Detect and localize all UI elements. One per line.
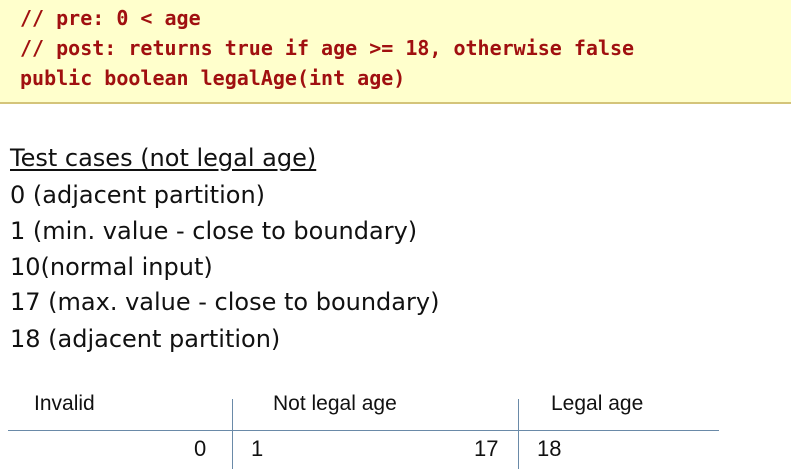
partition-divider-invalid-notlegal xyxy=(232,399,233,469)
code-comment-precondition: // pre: 0 < age xyxy=(20,6,201,30)
code-comment-postcondition: // post: returns true if age >= 18, othe… xyxy=(20,36,635,60)
partition-label-invalid: Invalid xyxy=(34,392,95,415)
partition-divider-notlegal-legal xyxy=(518,399,519,469)
partition-label-legal-age: Legal age xyxy=(551,392,644,415)
code-method-signature: public boolean legalAge(int age) xyxy=(20,66,406,90)
test-case-item: 0 (adjacent partition) xyxy=(10,181,266,209)
test-case-item: 18 (adjacent partition) xyxy=(10,325,281,353)
boundary-value-0: 0 xyxy=(194,436,207,461)
boundary-value-17: 17 xyxy=(474,436,499,461)
partition-label-not-legal-age: Not legal age xyxy=(273,392,397,415)
test-cases-heading: Test cases (not legal age) xyxy=(10,144,317,172)
test-case-item: 17 (max. value - close to boundary) xyxy=(10,288,440,316)
boundary-value-18: 18 xyxy=(537,436,562,461)
boundary-value-1: 1 xyxy=(251,436,264,461)
test-case-item: 1 (min. value - close to boundary) xyxy=(10,217,418,245)
code-block: // pre: 0 < age // post: returns true if… xyxy=(0,0,791,104)
partition-axis-line xyxy=(8,430,719,431)
test-case-item: 10(normal input) xyxy=(10,253,213,281)
